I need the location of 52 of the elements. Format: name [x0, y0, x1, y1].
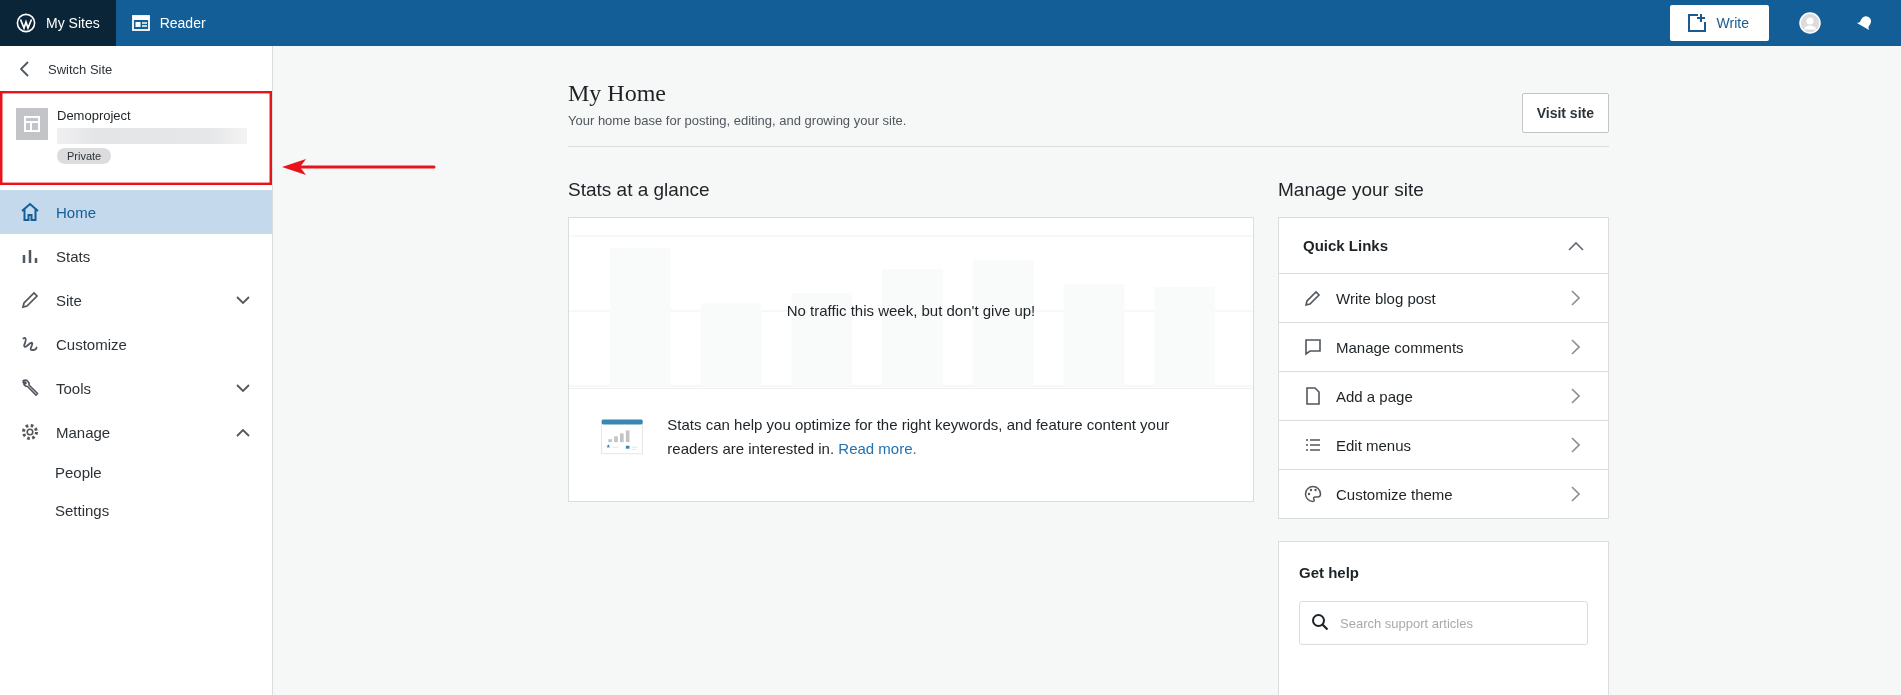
sidebar-subitem[interactable]: Settings: [0, 492, 272, 530]
avatar-icon[interactable]: [1799, 12, 1821, 34]
empty-stats-message: No traffic this week, but don't give up!: [785, 302, 1037, 319]
quick-links-header[interactable]: Quick Links: [1279, 218, 1608, 274]
pencil-icon: [1304, 289, 1322, 307]
add-post-icon: [1686, 13, 1707, 33]
page-subtitle: Your home base for posting, editing, and growing your site.: [568, 113, 907, 128]
pencil-icon: [20, 290, 40, 310]
gear-icon: [20, 422, 40, 442]
write-button[interactable]: Write: [1669, 5, 1769, 41]
chevron-right-icon: [1571, 339, 1580, 355]
nav-tab[interactable]: Reader: [115, 0, 222, 46]
search-icon: [1311, 613, 1329, 631]
page-title: My Home: [568, 80, 667, 107]
help-title: Get help: [1299, 564, 1360, 581]
stats-tip-text: Stats can help you optimize for the right keywords, and feature content your readers are interested in. Read more.: [667, 415, 1171, 459]
quick-link[interactable]: Add a page: [1279, 371, 1608, 420]
sidebar-item[interactable]: Stats: [0, 234, 272, 278]
sidebar-item[interactable]: Manage: [0, 410, 272, 454]
site-placeholder-icon: [16, 108, 48, 140]
wordpress-logo-icon: [16, 13, 36, 33]
sidebar-item[interactable]: Tools: [0, 366, 272, 410]
chevron-right-icon: [1571, 486, 1580, 502]
visit-site-button[interactable]: Visit site: [1521, 93, 1609, 133]
sidebar-item[interactable]: Customize: [0, 322, 272, 366]
palette-icon: [1304, 485, 1322, 503]
read-more-link[interactable]: Read more.: [838, 440, 917, 457]
section-title: Manage your site: [1278, 179, 1425, 201]
reader-icon: [131, 15, 150, 31]
chevron-left-icon: [20, 61, 30, 77]
switch-site-link[interactable]: Switch Site: [0, 46, 272, 92]
nav-tab[interactable]: My Sites: [0, 0, 116, 46]
search-field[interactable]: Search support articles: [1299, 601, 1588, 645]
chevron-right-icon: [1571, 290, 1580, 306]
section-title: Stats at a glance: [568, 179, 711, 201]
wrench-icon: [20, 378, 40, 398]
chevron-right-icon: [1571, 437, 1580, 453]
site-name: Demoproject: [57, 108, 132, 124]
quick-link[interactable]: Write blog post: [1279, 274, 1608, 322]
page-icon: [1304, 387, 1322, 405]
comment-icon: [1304, 338, 1322, 356]
quick-link[interactable]: Customize theme: [1279, 469, 1608, 518]
private-badge: Private: [57, 148, 112, 164]
sidebar-item[interactable]: Home: [0, 190, 272, 234]
quick-link[interactable]: Edit menus: [1279, 420, 1608, 469]
sidebar-subitem[interactable]: People: [0, 454, 272, 492]
home-icon: [20, 202, 40, 222]
squiggle-icon: [20, 334, 40, 354]
list-icon: [1304, 436, 1322, 454]
sidebar-item[interactable]: Site: [0, 278, 272, 322]
quick-link[interactable]: Manage comments: [1279, 322, 1608, 371]
chevron-right-icon: [1571, 388, 1580, 404]
